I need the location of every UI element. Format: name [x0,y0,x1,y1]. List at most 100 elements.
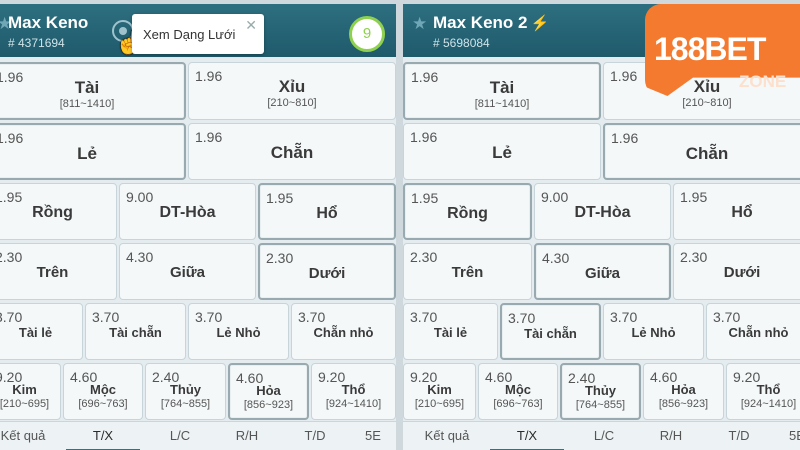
bet-option-giua[interactable]: 4.30 Giữa [534,243,671,300]
countdown-timer: 9 [349,16,385,52]
odds-value: 3.70 [0,309,23,325]
tab-t-d[interactable]: T/D [282,422,348,450]
bet-option-ho[interactable]: 1.95 Hổ [673,183,800,240]
tab-t-x[interactable]: T/X [66,422,140,450]
bet-label: Kim [12,381,37,397]
bet-label: Thổ [756,381,781,397]
bet-option-le-nho[interactable]: 3.70 Lẻ Nhỏ [603,303,704,360]
bet-option-hoa[interactable]: 4.60 Hỏa [856~923] [228,363,309,420]
bet-range: [210~810] [682,97,732,109]
bet-range: [210~695] [414,397,465,410]
bet-option-chan-nho[interactable]: 3.70 Chẵn nhỏ [706,303,800,360]
bet-option-le[interactable]: 1.96Lẻ [403,123,601,180]
tab-r-h[interactable]: R/H [638,422,704,450]
odds-value: 3.70 [195,309,223,325]
bet-option-tho[interactable]: 9.20 Thổ [924~1410] [726,363,800,420]
close-icon[interactable]: ✕ [245,17,257,34]
bet-option-tai[interactable]: 1.96Tài[811~1410] [0,62,186,120]
bet-label: Chẵn nhỏ [728,325,789,340]
bet-option-rong[interactable]: 1.95Rồng [0,183,117,240]
bet-option-tren[interactable]: 2.30 Trên [0,243,117,300]
bet-label: Rồng [447,204,488,222]
bet-label: Chẵn [685,144,729,163]
bet-option-tai-chan[interactable]: 3.70 Tài chẵn [85,303,186,360]
bet-type-tabs: Kết quả T/X L/CR/HT/D5E [0,421,396,450]
bet-range: [924~1410] [740,397,797,410]
bet-option-tai[interactable]: 1.96Tài[811~1410] [403,62,601,120]
bet-option-kim[interactable]: 9.20Kim[210~695] [403,363,476,420]
bet-option-dt-hoa[interactable]: 9.00 DT-Hòa [534,183,671,240]
bet-option-giua[interactable]: 4.30 Giữa [119,243,256,300]
bet-label: Lẻ Nhỏ [216,325,261,340]
bet-label: Mộc [90,381,116,397]
bet-option-le-nho[interactable]: 3.70 Lẻ Nhỏ [188,303,289,360]
bet-option-chan[interactable]: 1.96 Chẵn [188,123,396,180]
bet-label: Tài chẵn [524,326,577,341]
odds-value: 3.70 [508,310,536,326]
bet-option-ho[interactable]: 1.95 Hổ [258,183,396,240]
bet-option-thuy[interactable]: 2.40 Thủy [764~855] [560,363,641,420]
bet-label: Kim [427,381,452,397]
bet-label: Giữa [169,264,206,281]
bet-range: [696~763] [493,397,543,410]
tab-ket-qua[interactable]: Kết quả [0,422,56,450]
bet-range: [764~855] [575,398,626,411]
bet-range: [811~1410] [474,98,530,110]
bet-label: Tài chẵn [109,325,162,340]
bet-label: Hổ [731,203,753,221]
tooltip-text: Xem Dạng Lưới [143,27,236,42]
bet-option-hoa[interactable]: 4.60 Hỏa [856~923] [643,363,724,420]
bet-option-rong[interactable]: 1.95Rồng [403,183,532,240]
tooltip-grid-view: Xem Dạng Lưới ✕ [132,14,264,54]
bet-label: Hỏa [256,382,281,398]
bet-range: [811~1410] [59,98,115,110]
tab-l-c[interactable]: L/C [148,422,212,450]
panel-header: ★ Max Keno # 4371694 ☝ Xem Dạng Lưới ✕ 9 [0,4,396,57]
tab-5e[interactable]: 5E [774,422,800,450]
tab-5e[interactable]: 5E [350,422,396,450]
odds-value: 3.70 [610,309,638,325]
bet-label: Thủy [169,381,202,397]
bet-option-tai-le[interactable]: 3.70Tài lẻ [403,303,498,360]
logo-text: 188BET [654,31,766,67]
bet-option-kim[interactable]: 9.20Kim[210~695] [0,363,61,420]
bet-label: Mộc [505,381,531,397]
odds-value: 2.30 [680,249,708,265]
game-panel-max-keno: ★ Max Keno # 4371694 ☝ Xem Dạng Lưới ✕ 9… [0,4,396,450]
bet-option-le[interactable]: 1.96Lẻ [0,123,186,180]
bet-range: [856~923] [243,398,294,411]
bet-option-tho[interactable]: 9.20 Thổ [924~1410] [311,363,396,420]
tab-ket-qua[interactable]: Kết quả [414,422,480,450]
bet-option-duoi[interactable]: 2.30 Dưới [258,243,396,300]
bet-label: Tài lẻ [433,325,468,340]
tab-r-h[interactable]: R/H [214,422,280,450]
bet-option-chan-nho[interactable]: 3.70 Chẵn nhỏ [291,303,396,360]
bet-option-tai-le[interactable]: 3.70Tài lẻ [0,303,83,360]
bet-option-dt-hoa[interactable]: 9.00 DT-Hòa [119,183,256,240]
bet-option-moc[interactable]: 4.60 Mộc [696~763] [478,363,558,420]
tab-t-d[interactable]: T/D [706,422,772,450]
bet-option-chan[interactable]: 1.96 Chẵn [603,123,800,180]
bet-label: Hỏa [671,381,696,397]
bet-label: Thủy [584,382,617,398]
tab-l-c[interactable]: L/C [572,422,636,450]
bet-label: DT-Hòa [574,203,631,221]
bet-option-moc[interactable]: 4.60 Mộc [696~763] [63,363,143,420]
bet-range: [210~695] [0,397,50,410]
bet-option-tai-chan[interactable]: 3.70 Tài chẵn [500,303,601,360]
bet-label: DT-Hòa [159,203,216,221]
bet-label: Lẻ [77,144,97,163]
tab-t-x[interactable]: T/X [490,422,564,450]
bet-range: [924~1410] [325,397,382,410]
bet-option-thuy[interactable]: 2.40 Thủy [764~855] [145,363,226,420]
bet-label: Hổ [316,204,338,222]
bet-option-duoi[interactable]: 2.30 Dưới [673,243,800,300]
odds-value: 3.70 [92,309,120,325]
logo-subtext: ZONE [739,72,787,91]
star-icon[interactable]: ★ [412,14,427,34]
bet-option-xiu[interactable]: 1.96 Xỉu [210~810] [188,62,396,120]
odds-value: 4.30 [542,250,570,266]
bet-option-tren[interactable]: 2.30 Trên [403,243,532,300]
odds-value: 3.70 [713,309,741,325]
bet-range: [210~810] [267,97,317,109]
